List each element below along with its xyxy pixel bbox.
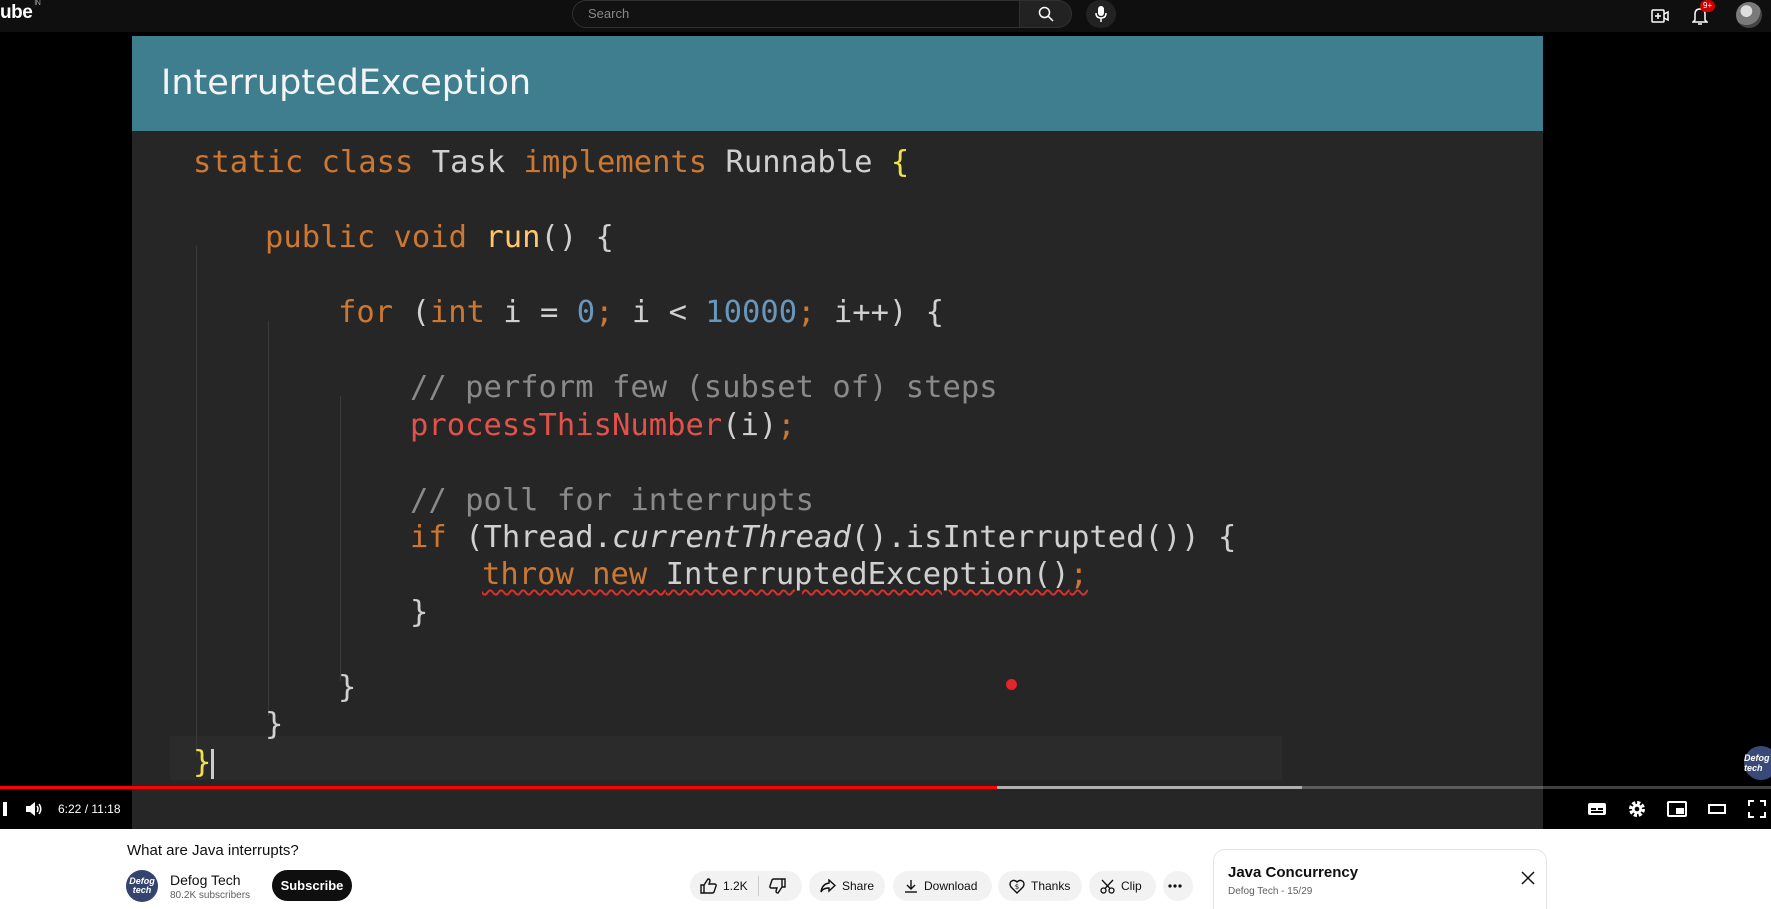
clip-button[interactable]: Clip bbox=[1089, 871, 1156, 901]
playlist-panel: Java Concurrency Defog Tech - 15/29 bbox=[1213, 849, 1547, 909]
miniplayer-button[interactable] bbox=[1665, 797, 1689, 821]
download-icon bbox=[905, 880, 917, 893]
code-line-5: processThisNumber(i); bbox=[410, 408, 796, 443]
thanks-label: Thanks bbox=[1031, 879, 1071, 893]
thanks-button[interactable]: $ Thanks bbox=[998, 871, 1082, 901]
search-icon bbox=[1038, 6, 1054, 22]
code-line-7: if (Thread.currentThread().isInterrupted… bbox=[410, 520, 1237, 555]
channel-avatar[interactable]: Defog tech bbox=[126, 870, 158, 902]
more-actions-button[interactable] bbox=[1163, 871, 1193, 901]
pointer-dot bbox=[1006, 679, 1017, 690]
thumbs-up-icon bbox=[700, 878, 717, 894]
slide-title: InterruptedException bbox=[161, 63, 532, 103]
mic-icon bbox=[1095, 6, 1107, 22]
search-button[interactable] bbox=[1020, 0, 1072, 28]
like-dislike-group: 1.2K bbox=[690, 871, 802, 901]
mute-button[interactable] bbox=[22, 797, 46, 821]
volume-icon bbox=[26, 802, 42, 816]
fullscreen-button[interactable] bbox=[1745, 797, 1769, 821]
play-icon bbox=[3, 802, 7, 816]
subtitles-button[interactable] bbox=[1585, 797, 1609, 821]
share-icon bbox=[820, 879, 836, 893]
search-placeholder: Search bbox=[588, 6, 630, 21]
voice-search-button[interactable] bbox=[1086, 0, 1116, 28]
code-line-4: // perform few (subset of) steps bbox=[410, 370, 998, 405]
code-line-8: throw new InterruptedException(); bbox=[482, 557, 1088, 592]
indent-guide bbox=[340, 396, 341, 681]
miniplayer-icon bbox=[1667, 801, 1687, 817]
download-button[interactable]: Download bbox=[893, 871, 992, 901]
code-line-1: static class Task implements Runnable { bbox=[193, 145, 910, 180]
close-playlist-button[interactable] bbox=[1519, 869, 1537, 887]
region-code: IN bbox=[34, 0, 41, 7]
channel-watermark[interactable]: Defog tech bbox=[1744, 746, 1771, 780]
indent-guide bbox=[268, 321, 269, 716]
code-line-10: } bbox=[338, 670, 357, 705]
svg-text:$: $ bbox=[1015, 883, 1019, 891]
notification-badge: 9+ bbox=[1700, 0, 1716, 12]
settings-icon bbox=[1629, 801, 1645, 817]
code-line-11: } bbox=[265, 707, 284, 742]
subscribe-button[interactable]: Subscribe bbox=[272, 870, 352, 901]
scissors-icon bbox=[1100, 879, 1115, 894]
logo-text: ube bbox=[0, 2, 33, 23]
dislike-button[interactable] bbox=[768, 878, 792, 894]
progress-played bbox=[0, 786, 998, 789]
video-frame-slide: InterruptedException static class Task i… bbox=[132, 36, 1543, 829]
like-count: 1.2K bbox=[723, 879, 748, 893]
more-icon bbox=[1168, 884, 1182, 888]
avatar[interactable] bbox=[1736, 2, 1762, 28]
fullscreen-icon bbox=[1748, 800, 1766, 818]
code-line-9: } bbox=[410, 595, 429, 630]
playlist-subtitle: Defog Tech - 15/29 bbox=[1228, 886, 1313, 897]
channel-name[interactable]: Defog Tech bbox=[170, 872, 241, 888]
code-block: static class Task implements Runnable { … bbox=[132, 136, 1543, 780]
play-button[interactable] bbox=[0, 797, 12, 821]
code-line-12: } bbox=[193, 745, 215, 780]
indent-guide bbox=[196, 246, 197, 756]
subscriber-count: 80.2K subscribers bbox=[170, 890, 251, 901]
create-button[interactable] bbox=[1648, 4, 1672, 28]
divider bbox=[757, 876, 759, 896]
clip-label: Clip bbox=[1121, 879, 1142, 893]
theater-mode-button[interactable] bbox=[1705, 797, 1729, 821]
subtitles-icon bbox=[1588, 803, 1606, 815]
slide-header: InterruptedException bbox=[132, 36, 1543, 131]
search-input[interactable]: Search bbox=[572, 0, 1020, 28]
playlist-title[interactable]: Java Concurrency bbox=[1228, 864, 1358, 881]
code-line-6: // poll for interrupts bbox=[410, 483, 814, 518]
share-label: Share bbox=[842, 879, 875, 893]
create-icon bbox=[1651, 9, 1669, 23]
thanks-icon: $ bbox=[1009, 879, 1025, 894]
code-line-2: public void run() { bbox=[265, 220, 614, 255]
video-title: What are Java interrupts? bbox=[127, 842, 299, 859]
download-label: Download bbox=[924, 879, 978, 893]
theater-icon bbox=[1708, 804, 1726, 814]
settings-button[interactable] bbox=[1625, 797, 1649, 821]
youtube-logo[interactable]: ube IN bbox=[0, 0, 41, 24]
share-button[interactable]: Share bbox=[809, 871, 885, 901]
close-icon bbox=[1521, 871, 1535, 885]
time-display: 6:22 / 11:18 bbox=[58, 802, 121, 816]
code-line-3: for (int i = 0; i < 10000; i++) { bbox=[338, 295, 945, 330]
like-button[interactable]: 1.2K bbox=[700, 878, 748, 894]
thumbs-down-icon bbox=[768, 878, 786, 894]
